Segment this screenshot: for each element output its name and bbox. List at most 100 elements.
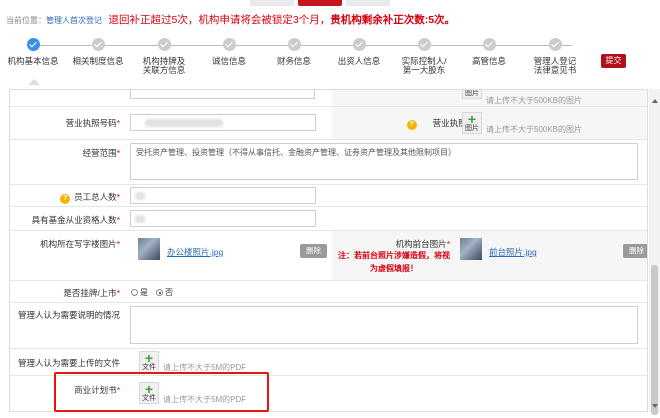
step-check-icon: [287, 38, 301, 51]
step-basic-info[interactable]: 机构基本信息: [0, 38, 68, 85]
radio-label: 是: [140, 288, 148, 297]
listed-no-radio[interactable]: 否: [156, 287, 173, 298]
top-tab-bar: [0, 0, 660, 6]
listed-yes-radio[interactable]: 是: [131, 287, 148, 298]
upload-image-button[interactable]: 图片: [462, 90, 482, 99]
radio-icon: [131, 289, 138, 296]
label-text: 机构前台图片: [395, 239, 447, 249]
scope-label: 经营范围*: [10, 147, 120, 159]
radio-checked-icon: [156, 289, 163, 296]
required-marker: *: [116, 118, 120, 128]
front-photo-warning: 注：若前台照片涉嫌造假，将视为虚假填报！: [338, 251, 450, 273]
form-row-partial: 图片 请上传不大于500KB的图片: [10, 90, 647, 107]
redacted-value: [135, 192, 145, 200]
step-licenses[interactable]: 机构持牌及关联方信息: [129, 38, 199, 75]
upload-hint: 请上传不大于500KB的图片: [486, 125, 583, 134]
notice-bar: 当前位置：管理人首次登记 退回补正超过5次，机构申请将会被锁定3个月，贵机构剩余…: [6, 12, 455, 26]
step-check-icon: [222, 38, 236, 51]
step-label: 机构持牌及关联方信息: [142, 56, 186, 75]
step-check-icon: [26, 38, 40, 51]
license-code-input[interactable]: [130, 114, 316, 131]
step-check-icon: [91, 38, 105, 51]
explain-textarea[interactable]: [130, 306, 638, 344]
form-row-listed: 是否挂牌/上市* 是 否: [10, 281, 647, 303]
form-scrollbar[interactable]: [649, 89, 660, 415]
step-label: 管理人登记法律意见书: [533, 56, 577, 75]
step-legal-opinion[interactable]: 管理人登记法律意见书: [520, 38, 590, 75]
step-label: 实际控制人/第一大股东: [401, 56, 447, 75]
step-finance[interactable]: 财务信息: [259, 38, 329, 66]
progress-steps: 机构基本信息 相关制度信息 机构持牌及关联方信息 诚信信息 财务信息 出资人信息…: [0, 38, 660, 88]
active-step-caret: [28, 79, 40, 85]
label-text: 是否挂牌/上市: [63, 288, 117, 298]
upload-tag: 图片: [465, 125, 479, 132]
step-label: 财务信息: [276, 56, 311, 66]
step-check-icon: [157, 38, 171, 51]
breadcrumb-prefix: 当前位置：: [6, 16, 46, 25]
form-row-fund-staff: 具有基金从业资格人数*: [10, 207, 647, 231]
step-check-icon: [482, 38, 496, 51]
submit-button[interactable]: 提交: [601, 54, 626, 68]
form-row-photos: 机构所在写字楼图片* 办公楼照片.jpg 删除 机构前台图片* 注：若前台照片涉…: [10, 231, 647, 281]
delete-front-photo-button[interactable]: 删除: [623, 244, 647, 258]
step-executives[interactable]: 高管信息: [454, 38, 524, 66]
basic-info-form: 图片 请上传不大于500KB的图片 营业执照号码* ?营业执照* +图片 请上传…: [9, 89, 648, 412]
upload-hint: 请上传不大于500KB的图片: [486, 96, 583, 105]
step-label: 机构基本信息: [7, 56, 59, 66]
delete-office-photo-button[interactable]: 删除: [300, 244, 327, 258]
fund-staff-input[interactable]: [130, 210, 316, 227]
listed-label: 是否挂牌/上市*: [10, 287, 120, 299]
top-tab[interactable]: [250, 0, 294, 6]
scope-textarea[interactable]: 受托资产管理、投资管理（不得从事信托、金融资产管理、证券资产管理及其他限制项目）: [130, 143, 638, 180]
business-plan-highlight: [54, 372, 269, 412]
top-tab-active[interactable]: [298, 0, 342, 6]
lock-warning-text: 退回补正超过5次，机构申请将会被锁定3个月，: [108, 14, 331, 26]
label-text: 营业执照号码: [65, 118, 117, 128]
form-row-license: 营业执照号码* ?营业执照* +图片 请上传不大于500KB的图片: [10, 107, 647, 140]
office-photo-thumbnail[interactable]: [138, 238, 160, 260]
plus-icon: +: [144, 350, 154, 366]
form-row-employees: ? 员工总人数*: [10, 185, 647, 207]
step-label: 出资人信息: [337, 56, 381, 66]
label-text: 经营范围: [82, 148, 117, 158]
scroll-down-icon[interactable]: [652, 404, 658, 408]
form-row-explain: 管理人认为需要说明的情况: [10, 303, 647, 349]
partial-input[interactable]: [130, 90, 315, 99]
employees-input[interactable]: [130, 187, 316, 204]
license-code-label: 营业执照号码*: [10, 117, 120, 129]
upload-files-label: 管理人认为需要上传的文件: [17, 358, 120, 368]
redacted-value: [145, 119, 223, 127]
info-icon: ?: [406, 120, 417, 130]
plus-icon: +: [467, 111, 477, 127]
required-marker: *: [116, 192, 120, 202]
step-controller[interactable]: 实际控制人/第一大股东: [389, 38, 459, 75]
required-marker: *: [116, 239, 120, 249]
upload-license-button[interactable]: + 图片: [462, 112, 482, 134]
step-integrity[interactable]: 诚信信息: [194, 38, 264, 66]
top-tab[interactable]: [346, 0, 390, 6]
scroll-thumb[interactable]: [651, 265, 658, 415]
required-marker: *: [116, 148, 120, 158]
breadcrumb-link[interactable]: 管理人首次登记: [46, 16, 102, 25]
step-label: 高管信息: [471, 56, 506, 66]
label-text: 具有基金从业资格人数: [31, 215, 117, 225]
office-photo-link[interactable]: 办公楼照片.jpg: [167, 246, 223, 258]
step-label: 诚信信息: [211, 56, 246, 66]
required-marker: *: [116, 215, 120, 225]
required-marker: *: [116, 288, 120, 298]
upload-files-button[interactable]: + 文件: [139, 351, 159, 373]
step-check-icon: [417, 38, 431, 51]
step-investors[interactable]: 出资人信息: [324, 38, 394, 66]
step-check-icon: [352, 38, 366, 51]
front-photo-link[interactable]: 前台照片.jpg: [489, 246, 537, 258]
lock-warning: 退回补正超过5次，机构申请将会被锁定3个月，贵机构剩余补正次数:5次。: [109, 14, 456, 26]
required-marker: *: [446, 239, 450, 249]
front-photo-thumbnail[interactable]: [460, 238, 482, 260]
step-policies[interactable]: 相关制度信息: [63, 38, 133, 66]
fund-staff-label: 具有基金从业资格人数*: [10, 214, 120, 226]
office-photo-label: 机构所在写字楼图片*: [10, 238, 120, 250]
scroll-up-icon[interactable]: [652, 99, 658, 103]
employees-label: ? 员工总人数*: [10, 191, 120, 204]
info-icon: ?: [60, 194, 71, 204]
license-label: ?营业执照*: [380, 117, 470, 130]
